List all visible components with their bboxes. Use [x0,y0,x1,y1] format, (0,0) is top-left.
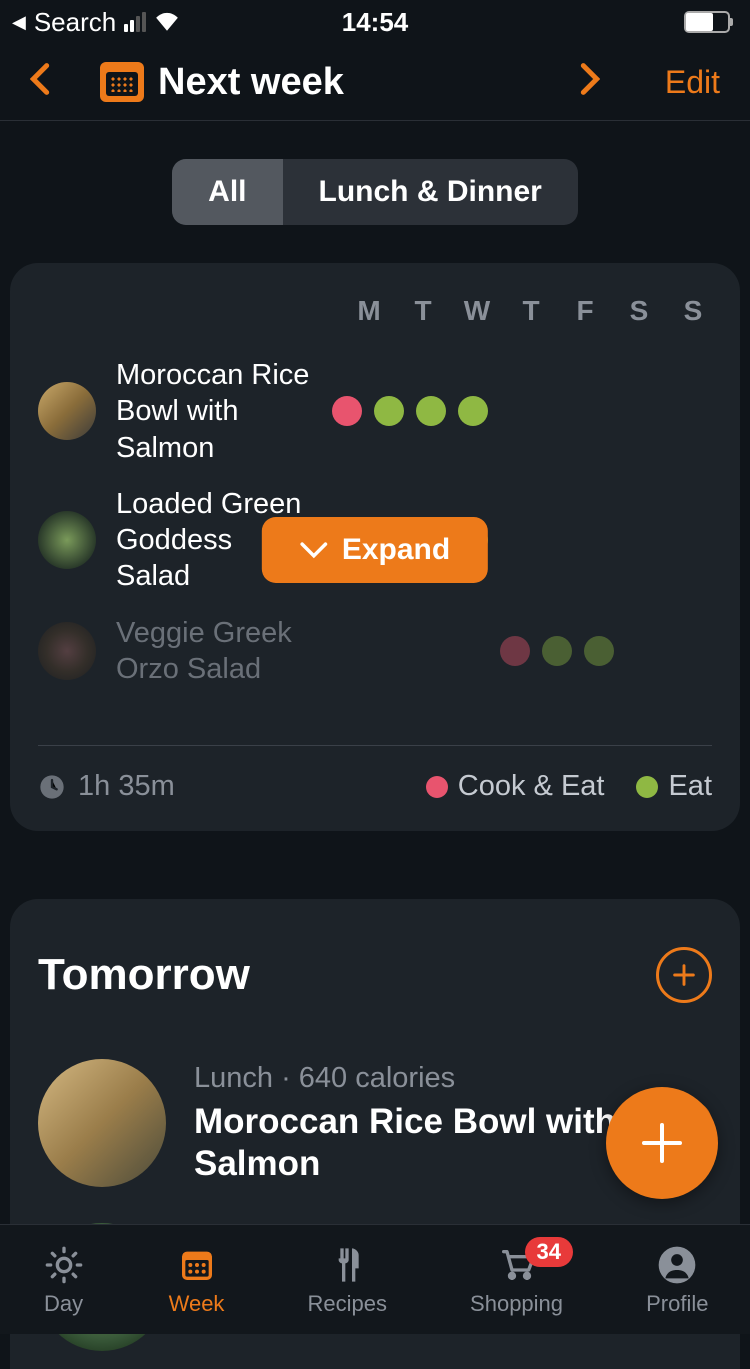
tab-label: Day [44,1291,83,1317]
meal-day-dots [332,396,712,426]
plan-footer: 1h 35m Cook & Eat Eat [38,770,712,803]
sun-icon [42,1243,86,1287]
plan-meal-row[interactable]: Moroccan Rice Bowl with Salmon [38,347,712,476]
legend-label: Cook & Eat [458,770,605,803]
day-label: T [408,295,438,327]
tab-label: Shopping [470,1291,563,1317]
meal-name: Moroccan Rice Bowl with Salmon [116,357,312,466]
tomorrow-title: Tomorrow [38,950,250,1000]
legend-label: Eat [668,770,712,803]
back-triangle-icon: ◀ [12,12,26,33]
cutlery-icon [325,1243,369,1287]
day-header-row: M T W T F S S [38,295,712,347]
status-back-to-app[interactable]: ◀ Search [12,7,180,38]
expand-button[interactable]: Expand [262,517,488,583]
battery-icon [684,11,730,33]
meal-thumb [38,511,96,569]
meal-title: Moroccan Rice Bowl with Salmon [194,1101,638,1185]
fab-add-button[interactable] [606,1087,718,1199]
segment-lunch-dinner[interactable]: Lunch & Dinner [283,159,578,225]
edit-button[interactable]: Edit [665,64,720,101]
wifi-icon [154,7,180,38]
day-label: W [462,295,492,327]
meal-day-dots [332,636,712,666]
status-bar: ◀ Search 14:54 [0,0,750,44]
meal-thumb [38,382,96,440]
week-header: Next week Edit [0,44,750,121]
signal-icon [124,12,146,32]
meal-meta: Lunch · 640 calories [194,1062,638,1095]
week-title: Next week [158,61,344,104]
meal-filter-segment: All Lunch & Dinner [172,159,578,225]
calendar-icon [100,62,144,102]
tab-bar: Day Week Recipes 34 Shopping Profile [0,1224,750,1334]
profile-icon [655,1243,699,1287]
day-label: M [354,295,384,327]
next-week-button[interactable] [580,58,600,106]
tab-week[interactable]: Week [169,1243,225,1317]
legend-eat: Eat [636,770,712,803]
divider [38,745,712,746]
meal-name: Veggie Greek Orzo Salad [116,615,312,688]
shopping-badge: 34 [525,1237,573,1267]
legend-dot-cook [426,776,448,798]
plus-icon [638,1119,686,1167]
clock-icon [38,773,66,801]
week-plan-card: M T W T F S S Moroccan Rice Bowl with Sa… [10,263,740,831]
prev-week-button[interactable] [30,58,50,106]
status-time: 14:54 [342,7,409,38]
meal-thumb [38,622,96,680]
plan-total-time: 1h 35m [78,770,175,803]
tab-profile[interactable]: Profile [646,1243,708,1317]
week-title-wrap[interactable]: Next week [100,61,344,104]
tab-label: Week [169,1291,225,1317]
day-label: F [570,295,600,327]
tab-label: Recipes [308,1291,387,1317]
meal-thumb [38,1059,166,1187]
tab-day[interactable]: Day [42,1243,86,1317]
add-meal-button[interactable] [656,947,712,1003]
day-label: T [516,295,546,327]
plus-icon [670,961,698,989]
status-back-label: Search [34,7,116,38]
tab-shopping[interactable]: 34 Shopping [470,1243,563,1317]
expand-label: Expand [342,533,450,567]
segment-all[interactable]: All [172,159,282,225]
day-label: S [678,295,708,327]
legend-cook-eat: Cook & Eat [426,770,605,803]
day-label: S [624,295,654,327]
tab-label: Profile [646,1291,708,1317]
tab-recipes[interactable]: Recipes [308,1243,387,1317]
plan-meal-row[interactable]: Veggie Greek Orzo Salad [38,605,712,698]
chevron-down-icon [300,541,328,559]
legend-dot-eat [636,776,658,798]
calendar-icon [175,1243,219,1287]
